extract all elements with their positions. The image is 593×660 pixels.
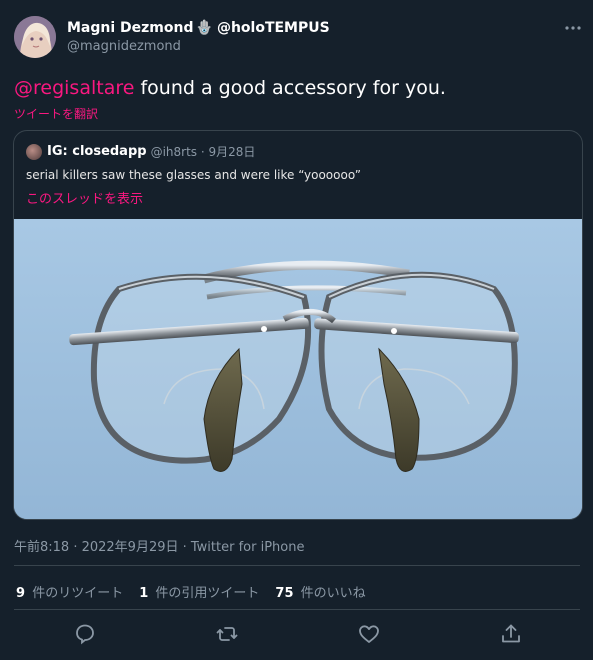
like-count[interactable]: 75 件のいいね: [275, 582, 365, 601]
reply-icon[interactable]: [73, 622, 97, 646]
name-emoji: 🪬: [195, 20, 213, 36]
tweet-body: found a good accessory for you.: [134, 77, 446, 99]
quote-text: serial killers saw these glasses and wer…: [26, 168, 361, 182]
tweet: Magni Dezmond 🪬 @holoTEMPUS @magnidezmon…: [0, 0, 593, 660]
avatar[interactable]: [14, 16, 56, 58]
like-count-label: 件のいいね: [300, 586, 366, 601]
divider: [14, 565, 580, 566]
show-thread-link[interactable]: このスレッドを表示: [26, 188, 143, 207]
retweet-count[interactable]: 9 件のリツイート: [16, 582, 123, 601]
like-icon[interactable]: [357, 622, 381, 646]
tweet-stats: 9 件のリツイート 1 件の引用ツイート 75 件のいいね: [16, 582, 382, 601]
quote-tweet-count[interactable]: 1 件の引用ツイート: [139, 582, 259, 601]
quote-avatar: [26, 143, 42, 160]
user-block: Magni Dezmond 🪬 @holoTEMPUS @magnidezmon…: [67, 20, 330, 54]
quote-image[interactable]: [14, 219, 582, 519]
more-horizontal-icon[interactable]: [565, 20, 581, 30]
retweet-icon[interactable]: [215, 622, 239, 646]
action-bar: [0, 622, 593, 648]
display-name[interactable]: Magni Dezmond: [67, 20, 194, 36]
share-icon[interactable]: [499, 622, 523, 646]
divider: [14, 609, 580, 610]
translate-link[interactable]: ツイートを翻訳: [14, 105, 98, 122]
quote-meta: @ih8rts · 9月28日: [150, 145, 256, 159]
retweet-count-label: 件のリツイート: [32, 586, 124, 601]
like-count-number: 75: [275, 586, 294, 601]
display-name-row[interactable]: Magni Dezmond 🪬 @holoTEMPUS: [67, 20, 330, 36]
tweet-text: @regisaltare found a good accessory for …: [14, 77, 446, 99]
tweet-timestamp[interactable]: 午前8:18 · 2022年9月29日 · Twitter for iPhone: [14, 536, 304, 555]
quoted-tweet[interactable]: IG: closedapp @ih8rts · 9月28日 serial kil…: [13, 130, 583, 520]
quote-count-label: 件の引用ツイート: [155, 586, 260, 601]
display-name-suffix: @holoTEMPUS: [216, 20, 330, 36]
quote-author-name: IG: closedapp: [47, 144, 147, 159]
quote-header: IG: closedapp @ih8rts · 9月28日: [26, 143, 255, 160]
retweet-count-number: 9: [16, 586, 26, 601]
mention-link[interactable]: @regisaltare: [14, 77, 134, 99]
quote-count-number: 1: [139, 586, 149, 601]
user-handle[interactable]: @magnidezmond: [67, 39, 330, 54]
